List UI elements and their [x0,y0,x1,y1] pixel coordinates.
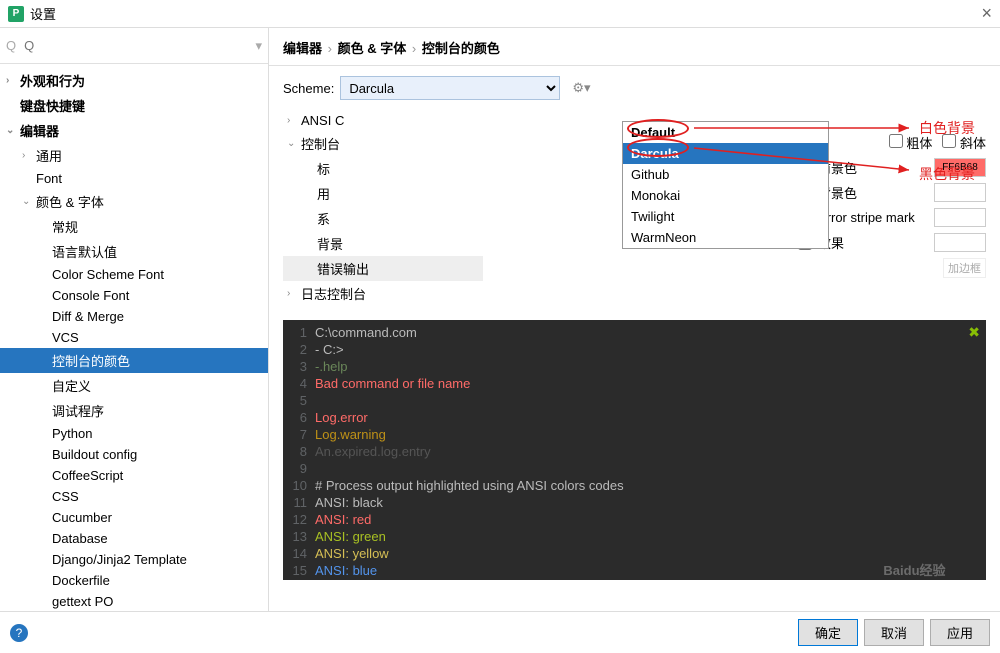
preview-close-icon[interactable]: ✖ [968,324,980,341]
stripe-swatch[interactable] [934,208,986,227]
sidebar-item[interactable]: Cucumber [0,507,268,528]
category-item[interactable]: ›ANSI C [283,110,483,131]
ok-button[interactable]: 确定 [798,619,858,646]
sidebar-item[interactable]: 控制台的颜色 [0,348,268,373]
sidebar-item[interactable]: Font [0,168,268,189]
effect-swatch[interactable] [934,233,986,252]
search-dropdown-icon[interactable]: ▾ [255,38,262,54]
annotation-white: 白色背景 [919,118,975,138]
settings-tree[interactable]: ›外观和行为键盘快捷键⌄编辑器›通用Font⌄颜色 & 字体常规语言默认值Col… [0,64,268,611]
sidebar-item[interactable]: 调试程序 [0,398,268,423]
sidebar-item[interactable]: Dockerfile [0,570,268,591]
footer: ? 确定 取消 应用 [0,611,1000,653]
apply-button[interactable]: 应用 [930,619,990,646]
scheme-label: Scheme: [283,81,334,96]
console-preview: ✖ 1C:\command.com2- C:>3-.help4Bad comma… [283,320,986,580]
bg-swatch[interactable] [934,183,986,202]
sidebar-item[interactable]: 语言默认值 [0,239,268,264]
sidebar-item[interactable]: 常规 [0,214,268,239]
sidebar-item[interactable]: Django/Jinja2 Template [0,549,268,570]
sidebar-item[interactable]: Database [0,528,268,549]
search-box[interactable]: Q ▾ [0,28,268,64]
category-item[interactable]: 错误输出 [283,256,483,281]
titlebar: P 设置 × [0,0,1000,28]
category-item[interactable]: 标 [283,156,483,181]
scheme-dropdown[interactable]: DefaultDarculaGithubMonokaiTwilightWarmN… [622,121,829,249]
sidebar-item[interactable]: 自定义 [0,373,268,398]
sidebar-item[interactable]: Color Scheme Font [0,264,268,285]
sidebar-item[interactable]: ›外观和行为 [0,68,268,93]
scheme-option[interactable]: WarmNeon [623,227,828,248]
category-item[interactable]: ›日志控制台 [283,281,483,306]
scheme-option[interactable]: Default [623,122,828,143]
close-icon[interactable]: × [981,3,992,24]
sidebar-item[interactable]: Diff & Merge [0,306,268,327]
sidebar-item[interactable]: Console Font [0,285,268,306]
sidebar-item[interactable]: ›通用 [0,143,268,168]
sidebar-item[interactable]: ⌄颜色 & 字体 [0,189,268,214]
category-item[interactable]: 背景 [283,231,483,256]
sidebar-item[interactable]: gettext PO [0,591,268,611]
annotation-black: 黑色背景 [919,164,975,184]
sidebar-item[interactable]: CSS [0,486,268,507]
category-item[interactable]: 系 [283,206,483,231]
sidebar-item[interactable]: Python [0,423,268,444]
effect-type[interactable]: 加边框 [943,258,986,278]
sidebar-item[interactable]: VCS [0,327,268,348]
search-icon: Q [6,38,16,53]
scheme-option[interactable]: Twilight [623,206,828,227]
window-title: 设置 [30,4,56,23]
search-input[interactable] [20,34,255,57]
breadcrumb: 编辑器 › 颜色 & 字体 › 控制台的颜色 [269,28,1000,66]
scheme-option[interactable]: Github [623,164,828,185]
help-icon[interactable]: ? [10,624,28,642]
content-panel: 编辑器 › 颜色 & 字体 › 控制台的颜色 Scheme: Darcula ⚙… [269,28,1000,611]
cancel-button[interactable]: 取消 [864,619,924,646]
sidebar-item[interactable]: CoffeeScript [0,465,268,486]
sidebar: Q ▾ ›外观和行为键盘快捷键⌄编辑器›通用Font⌄颜色 & 字体常规语言默认… [0,28,269,611]
app-icon: P [8,6,24,22]
sidebar-item[interactable]: 键盘快捷键 [0,93,268,118]
category-item[interactable]: 用 [283,181,483,206]
gear-icon[interactable]: ⚙▾ [572,80,590,96]
sidebar-item[interactable]: Buildout config [0,444,268,465]
category-tree[interactable]: ›ANSI C⌄控制台标用系背景错误输出›日志控制台 [283,110,483,306]
scheme-option[interactable]: Monokai [623,185,828,206]
sidebar-item[interactable]: ⌄编辑器 [0,118,268,143]
category-item[interactable]: ⌄控制台 [283,131,483,156]
scheme-select[interactable]: Darcula [340,76,560,100]
scheme-option[interactable]: Darcula [623,143,828,164]
